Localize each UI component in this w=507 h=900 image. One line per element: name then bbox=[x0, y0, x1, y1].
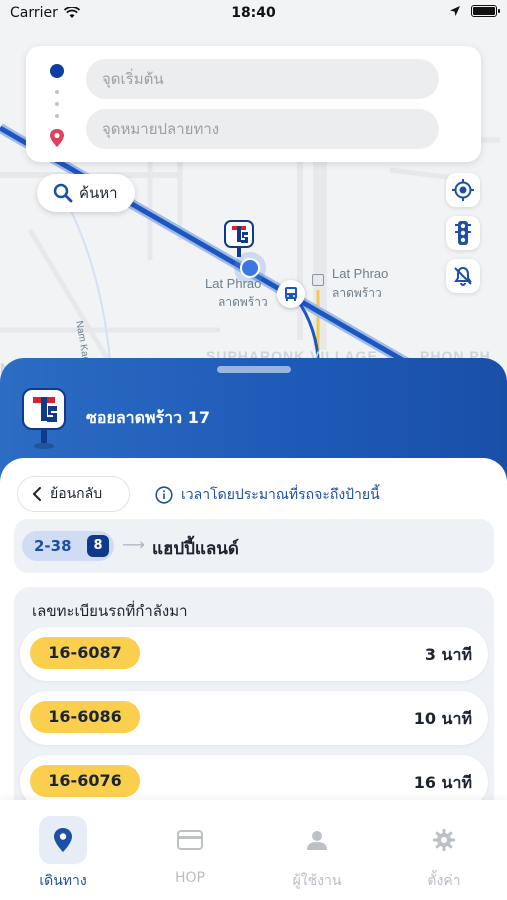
route-dot bbox=[55, 90, 59, 94]
tab-travel-label: เดินทาง bbox=[39, 873, 87, 889]
card-icon bbox=[177, 830, 203, 850]
search-button[interactable]: ค้นหา bbox=[37, 174, 135, 212]
chevron-left-icon bbox=[32, 487, 41, 501]
bus-plate: 16-6076 bbox=[30, 765, 140, 797]
bus-station-marker[interactable] bbox=[277, 280, 305, 308]
tab-settings-label: ตั้งค่า bbox=[427, 873, 461, 889]
map-label-lat-phrao-station-th: ลาดพร้าว bbox=[332, 286, 382, 300]
eta-info[interactable]: เวลาโดยประมาณที่รถจะถึงป้ายนี้ bbox=[155, 484, 380, 506]
back-button-label: ย้อนกลับ bbox=[50, 486, 103, 502]
clock: 18:40 bbox=[231, 5, 276, 21]
map-label-lat-phrao: Lat Phrao bbox=[205, 276, 262, 291]
bus-row[interactable]: 16-6086 10 นาที bbox=[20, 691, 488, 745]
route-dot bbox=[55, 114, 59, 118]
map-label-lat-phrao-station: Lat Phrao bbox=[332, 266, 389, 281]
back-button[interactable]: ย้อนกลับ bbox=[17, 476, 130, 512]
route-number: 2-38 bbox=[34, 537, 72, 555]
traffic-light-icon bbox=[455, 221, 471, 245]
notification-off-icon bbox=[454, 266, 472, 286]
traffic-button[interactable] bbox=[446, 216, 480, 250]
location-pin-icon bbox=[54, 828, 72, 852]
bus-stop-marker[interactable] bbox=[224, 220, 254, 266]
notification-toggle-button[interactable] bbox=[446, 259, 480, 293]
sheet-drag-handle[interactable] bbox=[217, 366, 291, 373]
gear-icon bbox=[433, 829, 455, 851]
bus-icon bbox=[285, 287, 297, 301]
search-button-label: ค้นหา bbox=[79, 184, 118, 202]
tab-user-label: ผู้ใช้งาน bbox=[292, 873, 342, 889]
bus-plate: 16-6087 bbox=[30, 637, 140, 669]
bus-plate: 16-6086 bbox=[30, 701, 140, 733]
locate-icon bbox=[452, 179, 474, 201]
info-icon bbox=[155, 486, 173, 504]
tab-bar: เดินทาง HOP ผู้ใช้งาน ตั้งค่า bbox=[0, 800, 507, 900]
arrow-right-icon: ⟶ bbox=[122, 535, 145, 554]
route-summary[interactable]: 2-38 8 ⟶ แฮปปี้แลนด์ bbox=[14, 519, 494, 573]
search-icon bbox=[53, 183, 73, 203]
locate-button[interactable] bbox=[446, 173, 480, 207]
map-label-lat-phrao-th: ลาดพร้าว bbox=[218, 295, 268, 309]
route-dot bbox=[55, 102, 59, 106]
route-search-card: จุดเริ่มต้น จุดหมายปลายทาง bbox=[26, 46, 481, 162]
origin-dot-icon bbox=[50, 64, 64, 78]
bus-stop-icon bbox=[22, 388, 66, 449]
status-bar: Carrier 18:40 bbox=[0, 0, 507, 30]
tab-hop-label: HOP bbox=[175, 870, 205, 886]
tab-travel[interactable]: เดินทาง bbox=[13, 816, 113, 892]
route-badge: 8 bbox=[87, 535, 109, 557]
battery-icon bbox=[471, 5, 500, 17]
eta-info-label: เวลาโดยประมาณที่รถจะถึงป้ายนี้ bbox=[181, 487, 380, 503]
destination-input[interactable]: จุดหมายปลายทาง bbox=[86, 109, 439, 149]
destination-pin-icon bbox=[50, 129, 64, 147]
bus-row[interactable]: 16-6087 3 นาที bbox=[20, 627, 488, 681]
tab-user[interactable]: ผู้ใช้งาน bbox=[267, 816, 367, 892]
route-destination: แฮปปี้แลนด์ bbox=[152, 539, 239, 559]
stop-name: ซอยลาดพร้าว 17 bbox=[86, 408, 210, 427]
tab-settings[interactable]: ตั้งค่า bbox=[394, 816, 494, 892]
incoming-buses-title: เลขทะเบียนรถที่กำลังมา bbox=[32, 602, 188, 620]
bus-eta: 10 นาที bbox=[413, 709, 472, 728]
user-icon bbox=[307, 831, 327, 850]
location-arrow-icon bbox=[450, 6, 460, 16]
ts-stop-icon bbox=[224, 220, 254, 257]
station-icon bbox=[312, 274, 324, 286]
bus-eta: 3 นาที bbox=[424, 645, 472, 664]
tab-hop[interactable]: HOP bbox=[140, 816, 240, 886]
bus-eta: 16 นาที bbox=[413, 773, 472, 792]
origin-input[interactable]: จุดเริ่มต้น bbox=[86, 59, 439, 99]
